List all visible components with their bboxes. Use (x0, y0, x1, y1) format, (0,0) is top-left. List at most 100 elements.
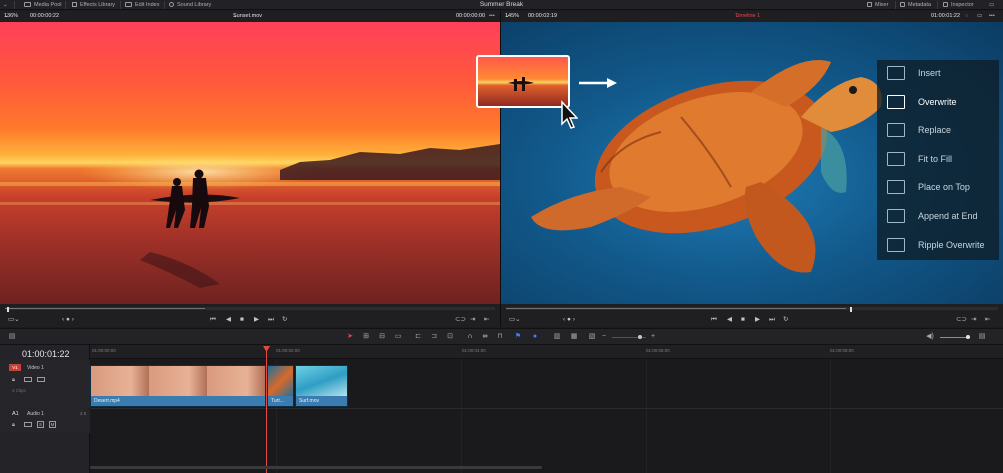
timeline-select-dropdown[interactable]: Timeline 1 ⌄ (735, 11, 760, 22)
zoom-slider-handle[interactable] (638, 335, 642, 339)
clip-name: Turt... (268, 396, 293, 406)
timeline-zoom-dropdown[interactable]: 145% ⌄ (505, 11, 519, 22)
insert-clip-icon[interactable]: ⊏ (414, 333, 422, 341)
video-track-header: V1 Video 1 🔒︎ 3 Clips (0, 360, 90, 408)
dynamic-trim-icon[interactable]: ⊟ (378, 333, 386, 341)
video-track-name: Video 1 (27, 365, 44, 371)
source-mark-out-icon[interactable]: ⇤ (484, 316, 489, 324)
timeline-horizontal-scrollbar[interactable] (90, 466, 542, 469)
metadata-button[interactable]: Metadata (900, 0, 931, 10)
timeline-clip[interactable]: Turt... (267, 365, 294, 407)
video-disable-icon[interactable] (37, 377, 45, 382)
inspector-icon (943, 2, 948, 7)
replace-clip-icon[interactable]: ⊡ (446, 333, 454, 341)
position-lock-icon[interactable]: ⊓ (496, 333, 504, 341)
flag-icon[interactable]: ⚑ (514, 333, 522, 341)
edit-overlay-menu: Insert Overwrite Replace Fit to Fill Pla… (877, 60, 999, 260)
timeline-play-reverse-icon[interactable]: ◀ (727, 316, 732, 324)
speaker-icon[interactable]: ◀) (926, 333, 934, 341)
timeline-ruler[interactable]: 01:00:00:00 01:00:02:00 01:00:04:00 01:0… (90, 345, 1003, 359)
trim-tool-icon[interactable]: ⊞ (362, 333, 370, 341)
audio-lock-icon[interactable]: 🔒︎ (12, 422, 15, 429)
source-transport-bar: ▭⌄ ‹ ● › ⏮ ◀ ■ ▶ ⏭ ↻ ⊂⊃ ⇥ ⇤ (0, 304, 500, 327)
source-clip-name: Sunset.mov (233, 13, 263, 19)
zoom-full-icon[interactable]: ▥ (553, 333, 561, 341)
overlay-append-at-end[interactable]: Append at End (877, 203, 999, 232)
audio-auto-select-icon[interactable] (24, 422, 32, 427)
source-zoom-dropdown[interactable]: 136% ⌄ (4, 11, 18, 22)
timeline-scrubber[interactable] (506, 307, 998, 312)
volume-slider-handle[interactable] (966, 335, 970, 339)
overlay-ripple-overwrite[interactable]: Ripple Overwrite (877, 232, 999, 261)
overwrite-icon (887, 94, 905, 109)
ruler-tick: 01:00:02:00 (276, 348, 300, 353)
blade-tool-icon[interactable]: ▭ (394, 333, 402, 341)
overlay-place-on-top[interactable]: Place on Top (877, 174, 999, 203)
clip-thumbnail (91, 366, 265, 398)
clip-name: Desert.mp4 (91, 396, 265, 406)
timeline-mark-out-icon[interactable]: ⇤ (985, 316, 990, 324)
timeline-zoom-value: 145% (505, 13, 520, 19)
mixer-button[interactable]: Mixer (867, 0, 888, 10)
source-clip-dropdown[interactable]: Sunset.mov ⌄ (233, 11, 262, 22)
audio-solo-icon[interactable]: S (37, 421, 44, 428)
linked-selection-icon[interactable]: ∞ (481, 333, 489, 341)
video-lock-icon[interactable]: 🔒︎ (12, 377, 15, 384)
source-scrubber[interactable] (5, 307, 495, 312)
display-icon[interactable]: ▭ (977, 11, 982, 22)
inspector-button[interactable]: Inspector (943, 0, 974, 10)
source-play-reverse-icon[interactable]: ◀ (226, 316, 231, 324)
source-first-frame-icon[interactable]: ⏮ (210, 316, 216, 324)
timeline-clip[interactable]: Desert.mp4 (90, 365, 266, 407)
timeline-playhead[interactable] (266, 351, 267, 473)
selection-tool-icon[interactable]: ➤ (346, 333, 354, 341)
overlay-fit-to-fill[interactable]: Fit to Fill (877, 146, 999, 175)
overlay-insert[interactable]: Insert (877, 60, 999, 89)
source-loop-icon[interactable]: ↻ (282, 316, 287, 324)
video-auto-select-icon[interactable] (24, 377, 32, 382)
a1-track-badge[interactable]: A1 (12, 411, 19, 417)
audio-mute-icon[interactable]: M (49, 421, 56, 428)
fullscreen-icon[interactable]: ▭ (989, 0, 994, 10)
zoom-out-icon[interactable]: − (600, 333, 608, 341)
source-viewer-video[interactable] (0, 22, 500, 304)
source-playhead[interactable] (7, 307, 9, 312)
timeline-last-frame-icon[interactable]: ⏭ (769, 316, 775, 324)
source-match-frame-icon[interactable]: ⊂⊃ (455, 316, 466, 324)
timeline-first-frame-icon[interactable]: ⏮ (711, 316, 717, 324)
source-stop-icon[interactable]: ■ (240, 316, 244, 324)
speech-bubble-icon[interactable]: ◌ (965, 11, 968, 22)
timeline-options-icon[interactable]: ••• (989, 11, 995, 22)
timeline-play-icon[interactable]: ▶ (755, 316, 760, 324)
zoom-in-icon[interactable]: + (649, 333, 657, 341)
overlay-insert-label: Insert (918, 68, 941, 78)
drag-clip-thumbnail[interactable] (476, 55, 570, 108)
timeline-layout-icon[interactable]: ▤ (6, 333, 18, 341)
timeline-viewer-header: 145% ⌄ 00:00:02:19 Timeline 1 ⌄ 01:00:01… (501, 11, 1003, 22)
timeline-clip[interactable]: Surf.mov (295, 365, 348, 407)
source-options-icon[interactable]: ••• (489, 11, 495, 22)
zoom-custom-icon[interactable]: ▧ (588, 333, 596, 341)
timeline-match-frame-icon[interactable]: ⊂⊃ (956, 316, 967, 324)
source-mark-in-icon[interactable]: ⇥ (470, 316, 475, 324)
overlay-replace[interactable]: Replace (877, 117, 999, 146)
marker-icon[interactable]: ● (531, 333, 539, 341)
source-play-icon[interactable]: ▶ (254, 316, 259, 324)
timeline-view-mode-icon[interactable]: ▭⌄ (509, 316, 521, 324)
source-view-mode-icon[interactable]: ▭⌄ (8, 316, 20, 324)
timeline-jog-control[interactable]: ‹ ● › (563, 316, 575, 324)
timeline-stop-icon[interactable]: ■ (741, 316, 745, 324)
timeline-loop-icon[interactable]: ↻ (783, 316, 788, 324)
timeline-mark-in-icon[interactable]: ⇥ (971, 316, 976, 324)
v1-track-badge[interactable]: V1 (9, 364, 21, 371)
timeline-viewer-playhead[interactable] (850, 307, 852, 312)
zoom-detail-icon[interactable]: ▦ (570, 333, 578, 341)
timeline-timecode: 01:00:01:22 (22, 349, 70, 359)
audio-meter-icon[interactable]: ▤ (976, 333, 988, 341)
source-last-frame-icon[interactable]: ⏭ (268, 316, 274, 324)
overlay-overwrite[interactable]: Overwrite (877, 89, 999, 118)
snapping-icon[interactable]: ∩ (466, 333, 474, 341)
source-jog-control[interactable]: ‹ ● › (62, 316, 74, 324)
overwrite-clip-icon[interactable]: ⊐ (430, 333, 438, 341)
place-on-top-icon (887, 180, 905, 195)
